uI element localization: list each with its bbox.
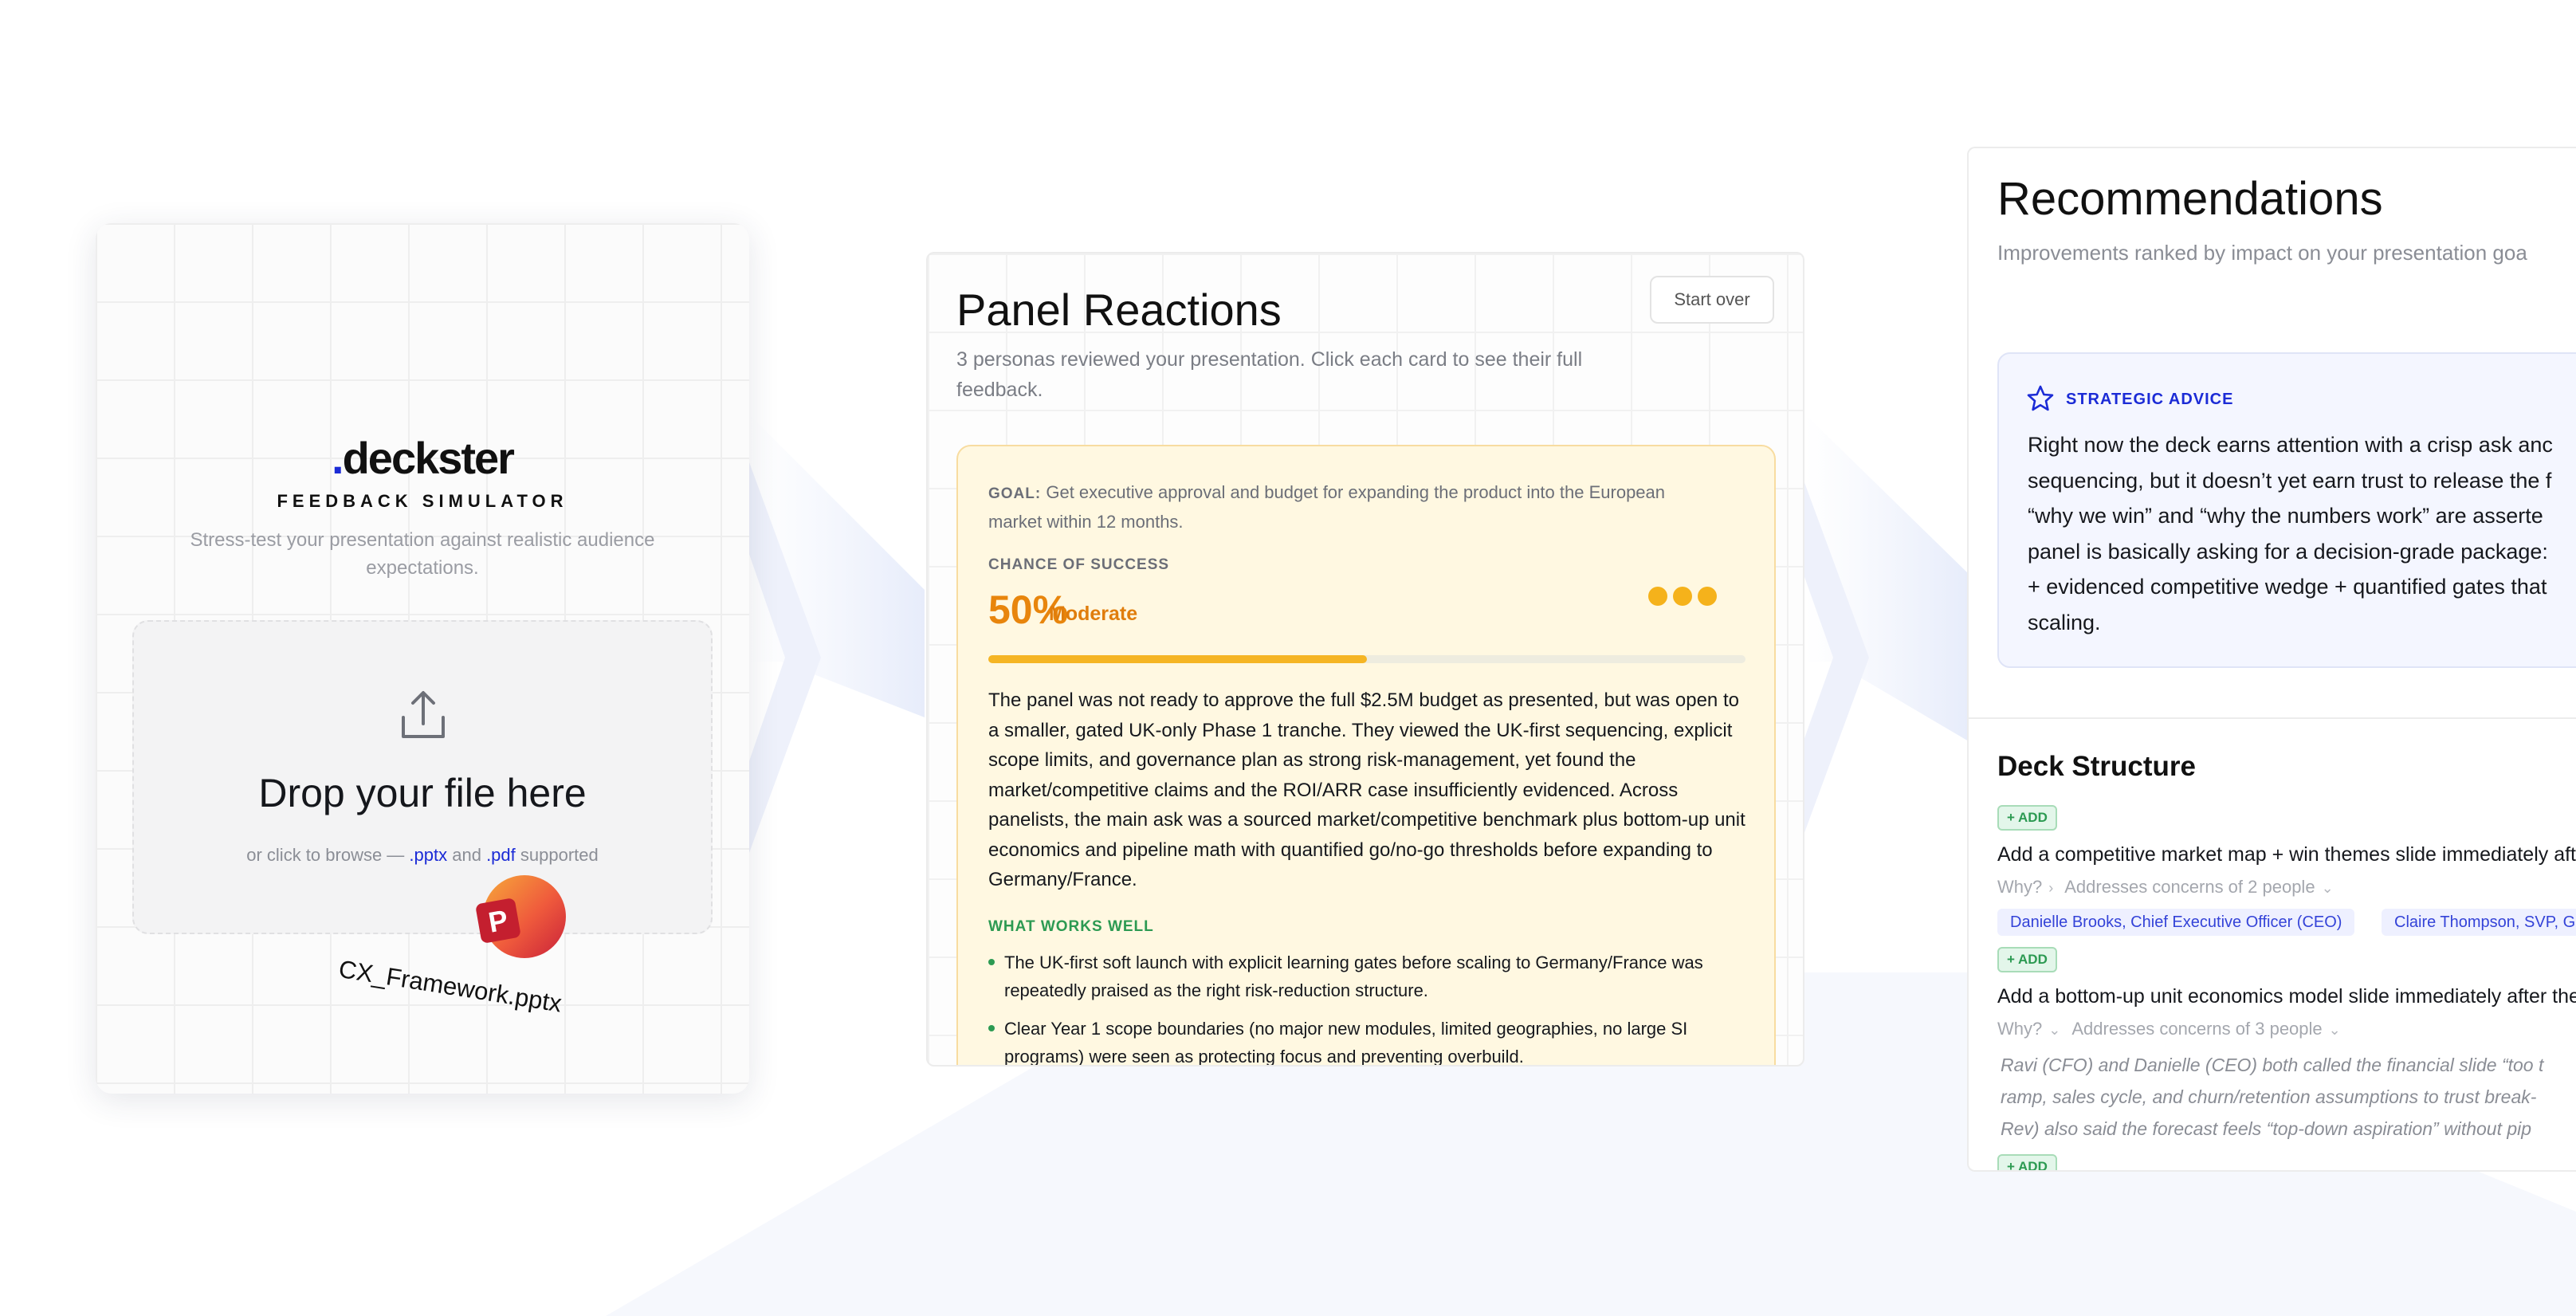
- panel-reactions-subtitle: 3 personas reviewed your presentation. C…: [956, 348, 1583, 401]
- upload-subtitle: Stress-test your presentation against re…: [190, 529, 655, 579]
- deckster-logo: .deckster: [332, 433, 515, 483]
- chevron-right-icon: ›: [2048, 880, 2054, 896]
- chevron-down-icon: ⌄: [2048, 1022, 2061, 1038]
- upload-icon: [402, 691, 445, 738]
- chance-of-success-label: CHANCE OF SUCCESS: [988, 556, 1170, 573]
- powerpoint-icon: P: [476, 875, 566, 958]
- recommendations-card: Recommendations Improvements ranked by i…: [1967, 147, 2576, 1172]
- dragged-file[interactable]: P CX_Framework.pptx: [327, 872, 598, 1055]
- recommendation-text[interactable]: Add a competitive market map + win theme…: [1997, 843, 2576, 866]
- chevron-down-icon: ⌄: [2328, 1022, 2341, 1038]
- chevron-down-icon: ⌄: [2321, 880, 2334, 896]
- add-badge: + ADD: [1997, 805, 2057, 831]
- recommendation-quote: Ravi (CFO) and Danielle (CEO) both calle…: [2001, 1055, 2544, 1139]
- goal-text: GOAL: Get executive approval and budget …: [988, 482, 1666, 532]
- what-works-well-list: The UK-first soft launch with explicit l…: [988, 949, 1745, 1065]
- loading-dots-icon: [1648, 587, 1722, 610]
- persona-summary-card[interactable]: GOAL: Get executive approval and budget …: [956, 445, 1776, 1065]
- person-tag: Danielle Brooks, Chief Executive Officer…: [1997, 909, 2355, 936]
- recommendation-text[interactable]: Add a bottom-up unit economics model sli…: [1997, 985, 2576, 1008]
- why-toggle[interactable]: Why? ⌄ Addresses concerns of 3 people ⌄: [1997, 1019, 2347, 1039]
- upload-card: .deckster FEEDBACK SIMULATOR Stress-test…: [96, 223, 749, 1094]
- strategic-advice-label: STRATEGIC ADVICE: [2066, 391, 2234, 408]
- success-progress-fill: [988, 655, 1367, 663]
- chance-of-success-level: Moderate: [1049, 603, 1138, 625]
- strategic-advice-card: STRATEGIC ADVICE Right now the deck earn…: [1997, 352, 2576, 668]
- what-works-well-label: WHAT WORKS WELL: [988, 918, 1154, 935]
- panel-reactions-card: Panel Reactions Start over 3 personas re…: [926, 252, 1804, 1067]
- success-progress-bar: [988, 655, 1745, 663]
- start-over-button[interactable]: Start over: [1650, 276, 1774, 324]
- recommendations-subtitle: Improvements ranked by impact on your pr…: [1997, 241, 2527, 265]
- strategic-advice-text: Right now the deck earns attention with …: [2028, 433, 2553, 634]
- divider: [1969, 717, 2576, 719]
- panel-reactions-title: Panel Reactions: [956, 285, 1282, 335]
- tagline: FEEDBACK SIMULATOR: [277, 491, 568, 511]
- panel-summary: The panel was not ready to approve the f…: [988, 689, 1745, 890]
- list-item: The UK-first soft launch with explicit l…: [988, 949, 1745, 1004]
- deck-structure-title: Deck Structure: [1997, 751, 2196, 782]
- add-badge: + ADD: [1997, 947, 2057, 972]
- drop-hint: or click to browse — .pptx and .pdf supp…: [246, 845, 599, 865]
- person-tag: Claire Thompson, SVP, Gl: [2382, 909, 2576, 936]
- recommendations-title: Recommendations: [1997, 173, 2383, 225]
- star-icon: [2027, 385, 2054, 411]
- drop-title: Drop your file here: [258, 771, 587, 815]
- list-item: Clear Year 1 scope boundaries (no major …: [988, 1015, 1745, 1065]
- add-badge: + ADD: [1997, 1154, 2057, 1170]
- why-toggle[interactable]: Why? › Addresses concerns of 2 people ⌄: [1997, 877, 2340, 898]
